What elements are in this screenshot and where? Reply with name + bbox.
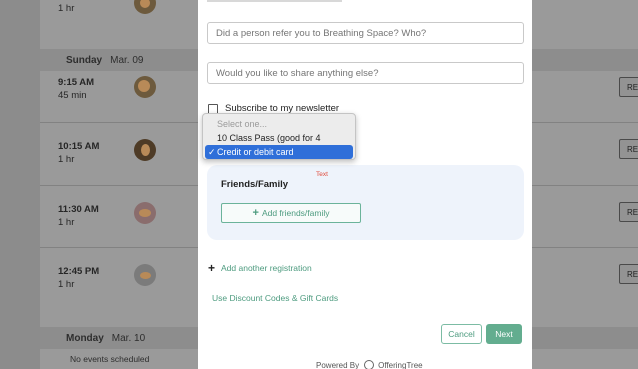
slot-time-block: 9:15 AM 45 min bbox=[58, 76, 94, 102]
day-name: Sunday bbox=[66, 54, 103, 66]
slot-time: 9:15 AM bbox=[58, 77, 95, 88]
slot-duration: 1 hr bbox=[58, 3, 75, 14]
slot-duration: 1 hr bbox=[58, 279, 75, 290]
add-registration-label: Add another registration bbox=[221, 263, 312, 273]
share-input[interactable] bbox=[207, 62, 524, 84]
register-button[interactable]: RE bbox=[619, 202, 638, 222]
powered-by-footer: Powered By OfferingTree bbox=[316, 360, 423, 369]
checkmark-icon: ✓ bbox=[208, 147, 216, 157]
plus-icon: + bbox=[208, 261, 216, 275]
payment-option-placeholder: Select one... bbox=[217, 119, 268, 129]
day-date: Mar. 10 bbox=[111, 332, 146, 344]
slot-duration: 1 hr bbox=[58, 154, 75, 165]
discount-codes-link[interactable]: Use Discount Codes & Gift Cards bbox=[212, 293, 338, 303]
day-header-fill bbox=[532, 327, 638, 349]
add-friends-family-label: Add friends/family bbox=[261, 208, 330, 218]
row-divider bbox=[532, 185, 638, 186]
payment-select-menu[interactable]: Select one... 10 Class Pass (good for 4 … bbox=[202, 113, 356, 160]
register-button[interactable]: RE bbox=[619, 77, 638, 97]
brand-name: OfferingTree bbox=[378, 360, 423, 369]
day-date: Mar. 09 bbox=[110, 54, 144, 66]
day-name: Monday bbox=[66, 332, 104, 344]
instructor-avatar bbox=[134, 139, 156, 161]
offeringtree-logo-icon bbox=[364, 360, 375, 369]
instructor-avatar bbox=[134, 76, 156, 98]
field-underline bbox=[207, 0, 342, 2]
slot-time-block: 10:15 AM 1 hr bbox=[58, 140, 99, 166]
card-annotation: Text bbox=[316, 171, 328, 178]
row-divider bbox=[40, 122, 198, 123]
row-divider bbox=[532, 122, 638, 123]
add-registration-link[interactable]: + Add another registration bbox=[208, 261, 312, 275]
payment-option-class-pass[interactable]: 10 Class Pass (good for 4 months) bbox=[203, 131, 355, 157]
no-events-text: No events scheduled bbox=[70, 354, 150, 364]
day-header-monday: Monday Mar. 10 bbox=[40, 327, 198, 349]
add-friends-family-button[interactable]: + Add friends/family bbox=[221, 203, 361, 223]
slot-time: 12:45 PM bbox=[58, 266, 100, 277]
row-divider bbox=[532, 247, 638, 248]
referral-input[interactable] bbox=[207, 22, 524, 44]
day-header-sunday: Sunday Mar. 09 bbox=[40, 49, 198, 71]
instructor-avatar bbox=[134, 264, 156, 286]
newsletter-checkbox[interactable] bbox=[208, 103, 218, 114]
payment-option-label: Credit or debit card bbox=[217, 147, 294, 157]
row-divider bbox=[40, 185, 198, 186]
slot-time-block: 11:30 AM 1 hr bbox=[58, 203, 99, 229]
powered-by-text: Powered By bbox=[316, 360, 360, 369]
day-header-fill bbox=[532, 49, 638, 71]
slot-duration: 1 hr bbox=[58, 217, 75, 228]
next-button[interactable]: Next bbox=[486, 324, 522, 344]
instructor-avatar bbox=[134, 202, 156, 224]
register-button[interactable]: RE bbox=[619, 139, 638, 159]
slot-time: 10:15 AM bbox=[58, 141, 100, 152]
register-button[interactable]: RE bbox=[619, 264, 638, 284]
payment-option-card[interactable]: ✓ Credit or debit card bbox=[205, 145, 353, 159]
cancel-button[interactable]: Cancel bbox=[441, 324, 482, 344]
row-divider bbox=[40, 247, 198, 248]
card-title: Friends/Family bbox=[221, 179, 289, 190]
slot-duration: 45 min bbox=[58, 90, 87, 101]
plus-icon: + bbox=[252, 207, 259, 219]
slot-time-block: 12:45 PM 1 hr bbox=[58, 265, 99, 291]
slot-time: 11:30 AM bbox=[58, 204, 99, 215]
